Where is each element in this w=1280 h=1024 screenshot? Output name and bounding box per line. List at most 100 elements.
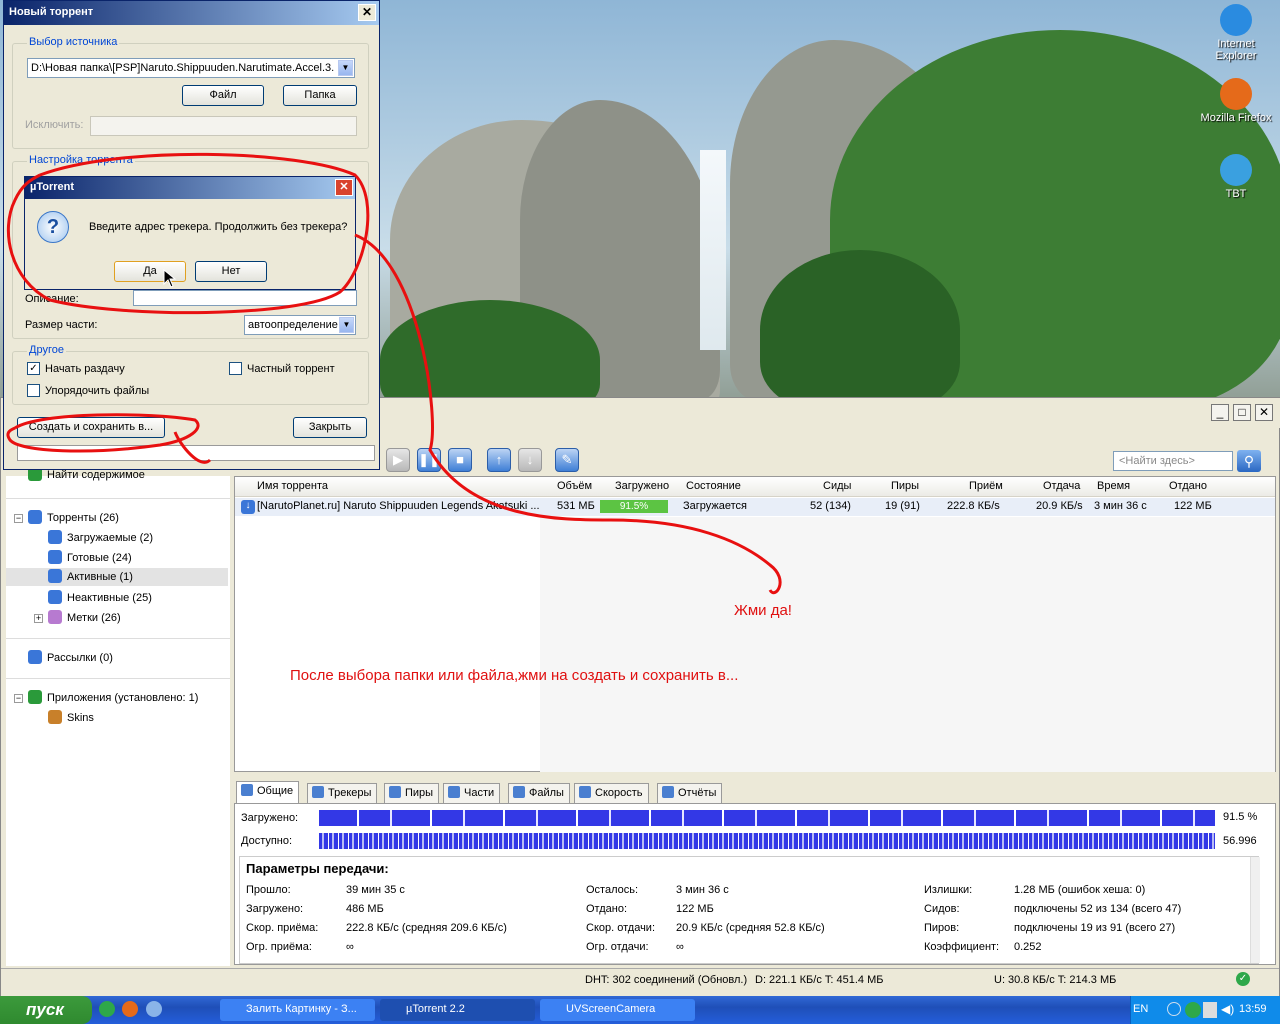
taskbar-item-utorrent[interactable]: µTorrent 2.2 — [380, 999, 535, 1021]
torrent-name: [NarutoPlanet.ru] Naruto Shippuuden Lege… — [257, 500, 540, 512]
pause-icon[interactable]: ❚❚ — [417, 448, 441, 472]
collapse-toggle[interactable]: − — [14, 514, 23, 523]
search-input[interactable]: <Найти здесь> — [1113, 451, 1233, 471]
column-header[interactable]: Приём — [969, 480, 1003, 492]
message-box-title: µTorrent — [30, 181, 75, 193]
param-value: ∞ — [676, 941, 684, 953]
column-header[interactable]: Пиры — [891, 480, 919, 492]
network-ok-icon[interactable]: ✓ — [1236, 972, 1250, 986]
tbt-icon[interactable]: TBT — [1196, 154, 1276, 200]
sidebar-item-feeds[interactable]: Рассылки (0) — [28, 649, 113, 667]
column-header[interactable]: Объём — [557, 480, 592, 492]
clock[interactable]: 13:59 — [1239, 1003, 1267, 1015]
sidebar-item-completed[interactable]: Готовые (24) — [48, 549, 132, 567]
piece-size-select[interactable]: автоопределение ▼ — [244, 315, 356, 335]
folder-button[interactable]: Папка — [283, 85, 357, 106]
tab-pieces[interactable]: Части — [443, 783, 501, 803]
exclude-input[interactable] — [90, 116, 357, 136]
settings-wrench-icon[interactable]: ✎ — [555, 448, 579, 472]
sidebar-item-labels[interactable]: Метки (26) — [48, 609, 121, 627]
download-arrow-icon: ↓ — [241, 500, 255, 514]
sidebar-item-active[interactable]: Активные (1) — [6, 568, 228, 586]
tab-peers[interactable]: Пиры — [384, 783, 440, 803]
utorrent-quicklaunch-icon[interactable] — [99, 1001, 115, 1017]
start-icon[interactable]: ▶ — [386, 448, 410, 472]
private-torrent-checkbox[interactable] — [229, 362, 242, 375]
column-header[interactable]: Время — [1097, 480, 1130, 492]
no-button[interactable]: Нет — [195, 261, 267, 282]
show-hidden-icons-icon[interactable] — [1167, 1002, 1181, 1016]
list-header: Имя торрента Объём Загружено Состояние С… — [235, 477, 1275, 497]
move-down-icon[interactable]: ↓ — [518, 448, 542, 472]
collapse-toggle[interactable]: − — [14, 694, 23, 703]
volume-icon[interactable]: ◀) — [1221, 1002, 1234, 1016]
create-and-save-button[interactable]: Создать и сохранить в... — [17, 417, 165, 438]
app-quicklaunch-icon[interactable] — [146, 1001, 162, 1017]
start-button[interactable]: пуск — [0, 996, 92, 1024]
move-up-icon[interactable]: ↑ — [487, 448, 511, 472]
torrent-eta: 3 мин 36 с — [1094, 500, 1147, 512]
close-button[interactable]: ✕ — [335, 179, 353, 196]
start-seeding-checkbox[interactable]: ✓ — [27, 362, 40, 375]
sidebar-item-downloading[interactable]: Загружаемые (2) — [48, 529, 153, 547]
search-icon[interactable]: ⚲ — [1237, 450, 1261, 472]
group-title: Настройка торрента — [27, 154, 135, 166]
private-torrent-label: Частный торрент — [247, 363, 335, 375]
sidebar-item-torrents[interactable]: Торренты (26) — [28, 509, 119, 527]
table-row[interactable]: ↓ [NarutoPlanet.ru] Naruto Shippuuden Le… — [235, 498, 1275, 516]
column-header[interactable]: Загружено — [615, 480, 669, 492]
column-header[interactable]: Сиды — [823, 480, 851, 492]
param-label: Загружено: — [246, 903, 304, 915]
description-input[interactable] — [133, 290, 357, 306]
mozilla-firefox-icon[interactable]: Mozilla Firefox — [1196, 78, 1276, 124]
close-button[interactable]: ✕ — [358, 4, 376, 21]
tray-app-icon[interactable] — [1203, 1002, 1217, 1018]
source-path-combobox[interactable]: D:\Новая папка\[PSP]Naruto.Shippuuden.Na… — [27, 58, 355, 78]
internet-explorer-icon[interactable]: Internet Explorer — [1196, 4, 1276, 62]
column-header[interactable]: Отдано — [1169, 480, 1207, 492]
tab-logger[interactable]: Отчёты — [657, 783, 723, 803]
pieces-icon — [448, 786, 460, 798]
mouse-cursor-icon — [163, 269, 177, 288]
sidebar-item-apps[interactable]: Приложения (установлено: 1) — [28, 689, 198, 707]
utorrent-window: _ □ ✕ ▶ ❚❚ ■ ↑ ↓ ✎ <Найти здесь> ⚲ Найти… — [0, 397, 1280, 997]
param-value: 3 мин 36 с — [676, 884, 729, 896]
sidebar-item-skins[interactable]: Skins — [48, 709, 94, 727]
taskbar-item-firefox[interactable]: Залить Картинку - З... — [220, 999, 375, 1021]
maximize-button[interactable]: □ — [1233, 404, 1251, 421]
dialog-title-bar: Новый торрент ✕ — [4, 1, 379, 25]
tab-speed[interactable]: Скорость — [574, 783, 649, 803]
tab-general[interactable]: Общие — [236, 781, 300, 803]
utorrent-message-box: µTorrent ✕ ? Введите адрес трекера. Прод… — [24, 176, 356, 290]
tab-trackers[interactable]: Трекеры — [307, 783, 378, 803]
column-header[interactable]: Имя торрента — [257, 480, 328, 492]
taskbar-item-uvscreencamera[interactable]: UVScreenCamera — [540, 999, 695, 1021]
group-title: Выбор источника — [27, 36, 120, 48]
column-header[interactable]: Отдача — [1043, 480, 1080, 492]
sidebar-item-inactive[interactable]: Неактивные (25) — [48, 589, 152, 607]
chevron-down-icon[interactable]: ▼ — [338, 60, 353, 76]
scrollbar[interactable] — [1250, 857, 1260, 963]
file-button[interactable]: Файл — [182, 85, 264, 106]
preserve-order-checkbox[interactable] — [27, 384, 40, 397]
close-button[interactable]: ✕ — [1255, 404, 1273, 421]
minimize-button[interactable]: _ — [1211, 404, 1229, 421]
general-panel: Загружено: 91.5 % Доступно: 56.996 Парам… — [234, 803, 1276, 965]
firefox-quicklaunch-icon[interactable] — [122, 1001, 138, 1017]
param-label: Осталось: — [586, 884, 639, 896]
utorrent-tray-icon[interactable] — [1185, 1002, 1201, 1018]
transfer-params: Параметры передачи: Прошло: 39 мин 35 с … — [239, 856, 1260, 964]
status-upload: U: 30.8 КБ/с T: 214.3 МБ — [994, 974, 1117, 986]
tab-files[interactable]: Файлы — [508, 783, 570, 803]
chevron-down-icon[interactable]: ▼ — [339, 317, 354, 333]
param-label: Скор. приёма: — [246, 922, 319, 934]
column-header[interactable]: Состояние — [686, 480, 741, 492]
language-indicator[interactable]: EN — [1133, 1003, 1148, 1015]
stop-icon[interactable]: ■ — [448, 448, 472, 472]
other-group: Другое ✓ Начать раздачу Частный торрент … — [12, 344, 369, 405]
param-label: Прошло: — [246, 884, 291, 896]
close-dialog-button[interactable]: Закрыть — [293, 417, 367, 438]
expand-toggle[interactable]: + — [34, 614, 43, 623]
annotation-instruction: После выбора папки или файла,жми на созд… — [290, 667, 739, 684]
logger-icon — [662, 786, 674, 798]
